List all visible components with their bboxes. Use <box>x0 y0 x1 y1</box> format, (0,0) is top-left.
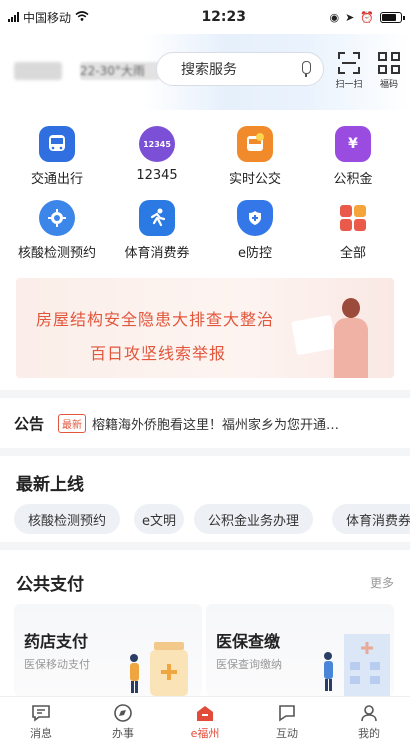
more-link[interactable]: 更多 <box>370 574 394 591</box>
runner-icon <box>139 200 175 236</box>
promo-banner[interactable]: 房屋结构安全隐患大排查大整治 百日攻坚线索举报 <box>16 278 394 378</box>
battery-icon <box>380 11 405 23</box>
medicine-bottle-icon <box>130 642 188 696</box>
service-traffic[interactable]: 交通出行 <box>12 126 102 187</box>
bottom-tab-bar: 消息 办事 e福州 互动 我的 <box>0 696 410 748</box>
tab-messages[interactable]: 消息 <box>0 697 82 748</box>
status-time: 12:23 <box>201 9 247 25</box>
payment-title: 公共支付 <box>16 575 84 595</box>
service-label: 交通出行 <box>30 172 83 187</box>
service-e-prevention[interactable]: e防控 <box>210 200 300 261</box>
top-header: 22-30°大雨 搜索服务 扫一扫 福码 <box>0 34 410 110</box>
lock-rotation-icon: ◉ <box>329 10 340 24</box>
banner-line-2: 百日攻坚线索举报 <box>90 344 227 363</box>
realtime-bus-icon <box>237 126 273 162</box>
pharmacy-pay-card[interactable]: 药店支付 医保移动支付 <box>14 604 202 696</box>
compass-icon <box>114 704 132 722</box>
notice-text: 榕籍海外侨胞看这里！福州家乡为您开通… <box>92 417 340 433</box>
code-button[interactable]: 福码 <box>374 52 404 90</box>
fund-icon: ¥ <box>335 126 371 162</box>
service-nucleic-test[interactable]: 核酸检测预约 <box>12 200 102 261</box>
service-fund[interactable]: ¥ 公积金 <box>308 126 398 187</box>
new-badge: 最新 <box>58 413 87 433</box>
tab-e-fuzhou[interactable]: e福州 <box>164 697 246 748</box>
bus-icon <box>39 126 75 162</box>
wifi-icon <box>75 10 89 24</box>
service-all[interactable]: 全部 <box>308 200 398 261</box>
banner-line-1: 房屋结构安全隐患大排查大整治 <box>36 310 275 329</box>
banner-section: 房屋结构安全隐患大排查大整治 百日攻坚线索举报 <box>0 270 410 390</box>
chip-e-civilization[interactable]: e文明 <box>134 504 184 534</box>
service-label: 核酸检测预约 <box>17 246 96 261</box>
card-title: 医保查缴 <box>216 632 281 651</box>
card-title: 药店支付 <box>24 632 89 651</box>
message-icon <box>32 705 50 722</box>
card-subtitle: 医保移动支付 <box>24 658 90 671</box>
service-grid: 交通出行 12345 12345 实时公交 ¥ 公积金 核酸检测预约 体育消费券 <box>0 110 410 270</box>
notice-bar[interactable]: 公告 最新 榕籍海外侨胞看这里！福州家乡为您开通… <box>0 398 410 448</box>
code-label: 福码 <box>379 80 398 90</box>
chip-sports-voucher[interactable]: 体育消费券 <box>332 504 410 534</box>
payment-section: 公共支付 更多 药店支付 医保移动支付 医保查缴 医保查询缴纳 <box>0 550 410 696</box>
latest-title: 最新上线 <box>16 475 84 495</box>
tab-label: e福州 <box>190 727 220 740</box>
location-icon: ➤ <box>345 10 355 24</box>
service-realtime-bus[interactable]: 实时公交 <box>210 126 300 187</box>
scan-icon <box>338 52 360 74</box>
tab-label: 我的 <box>358 727 380 740</box>
search-placeholder: 搜索服务 <box>181 62 237 78</box>
status-right: ◉ ➤ ⏰ <box>329 10 405 24</box>
service-sports-voucher[interactable]: 体育消费券 <box>112 200 202 261</box>
flag-icon <box>279 705 295 722</box>
woman-illustration <box>330 298 376 378</box>
service-label: 公积金 <box>333 172 373 187</box>
carrier-label: 中国移动 <box>23 10 72 25</box>
service-label: 实时公交 <box>228 172 281 187</box>
search-bar[interactable]: 搜索服务 <box>156 52 324 86</box>
scan-label: 扫一扫 <box>335 80 363 90</box>
qr-code-icon <box>378 52 400 74</box>
tab-label: 互动 <box>276 727 298 740</box>
virus-test-icon <box>39 200 75 236</box>
status-bar: 中国移动 12:23 ◉ ➤ ⏰ <box>0 0 410 34</box>
hospital-icon <box>324 634 390 696</box>
tab-label: 办事 <box>112 727 134 740</box>
service-label: 12345 <box>136 168 178 183</box>
weather-info: 22-30°大雨 <box>80 62 160 80</box>
alarm-icon: ⏰ <box>360 10 374 24</box>
tab-profile[interactable]: 我的 <box>328 697 410 748</box>
card-subtitle: 医保查询缴纳 <box>216 658 282 671</box>
tab-label: 消息 <box>30 727 52 740</box>
profile-icon <box>361 705 377 722</box>
service-12345[interactable]: 12345 12345 <box>112 126 202 183</box>
service-label: 全部 <box>339 246 366 261</box>
microphone-icon[interactable] <box>301 61 311 77</box>
tab-interaction[interactable]: 互动 <box>246 697 328 748</box>
service-label: e防控 <box>238 246 272 261</box>
location-name-blurred <box>14 62 62 80</box>
home-icon <box>197 706 213 721</box>
chip-nucleic-test[interactable]: 核酸检测预约 <box>14 504 121 534</box>
status-left: 中国移动 <box>8 9 158 26</box>
service-label: 体育消费券 <box>124 246 190 261</box>
hotline-12345-icon: 12345 <box>139 126 175 162</box>
scan-button[interactable]: 扫一扫 <box>334 52 364 90</box>
notice-tag: 公告 <box>14 414 45 433</box>
latest-section: 最新上线 核酸检测预约 e文明 公积金业务办理 体育消费券 <box>0 456 410 542</box>
shield-plus-icon <box>237 200 273 236</box>
all-apps-icon <box>335 200 371 236</box>
insurance-check-card[interactable]: 医保查缴 医保查询缴纳 <box>206 604 394 696</box>
tab-services[interactable]: 办事 <box>82 697 164 748</box>
signal-icon <box>8 12 19 22</box>
chip-fund-business[interactable]: 公积金业务办理 <box>194 504 314 534</box>
